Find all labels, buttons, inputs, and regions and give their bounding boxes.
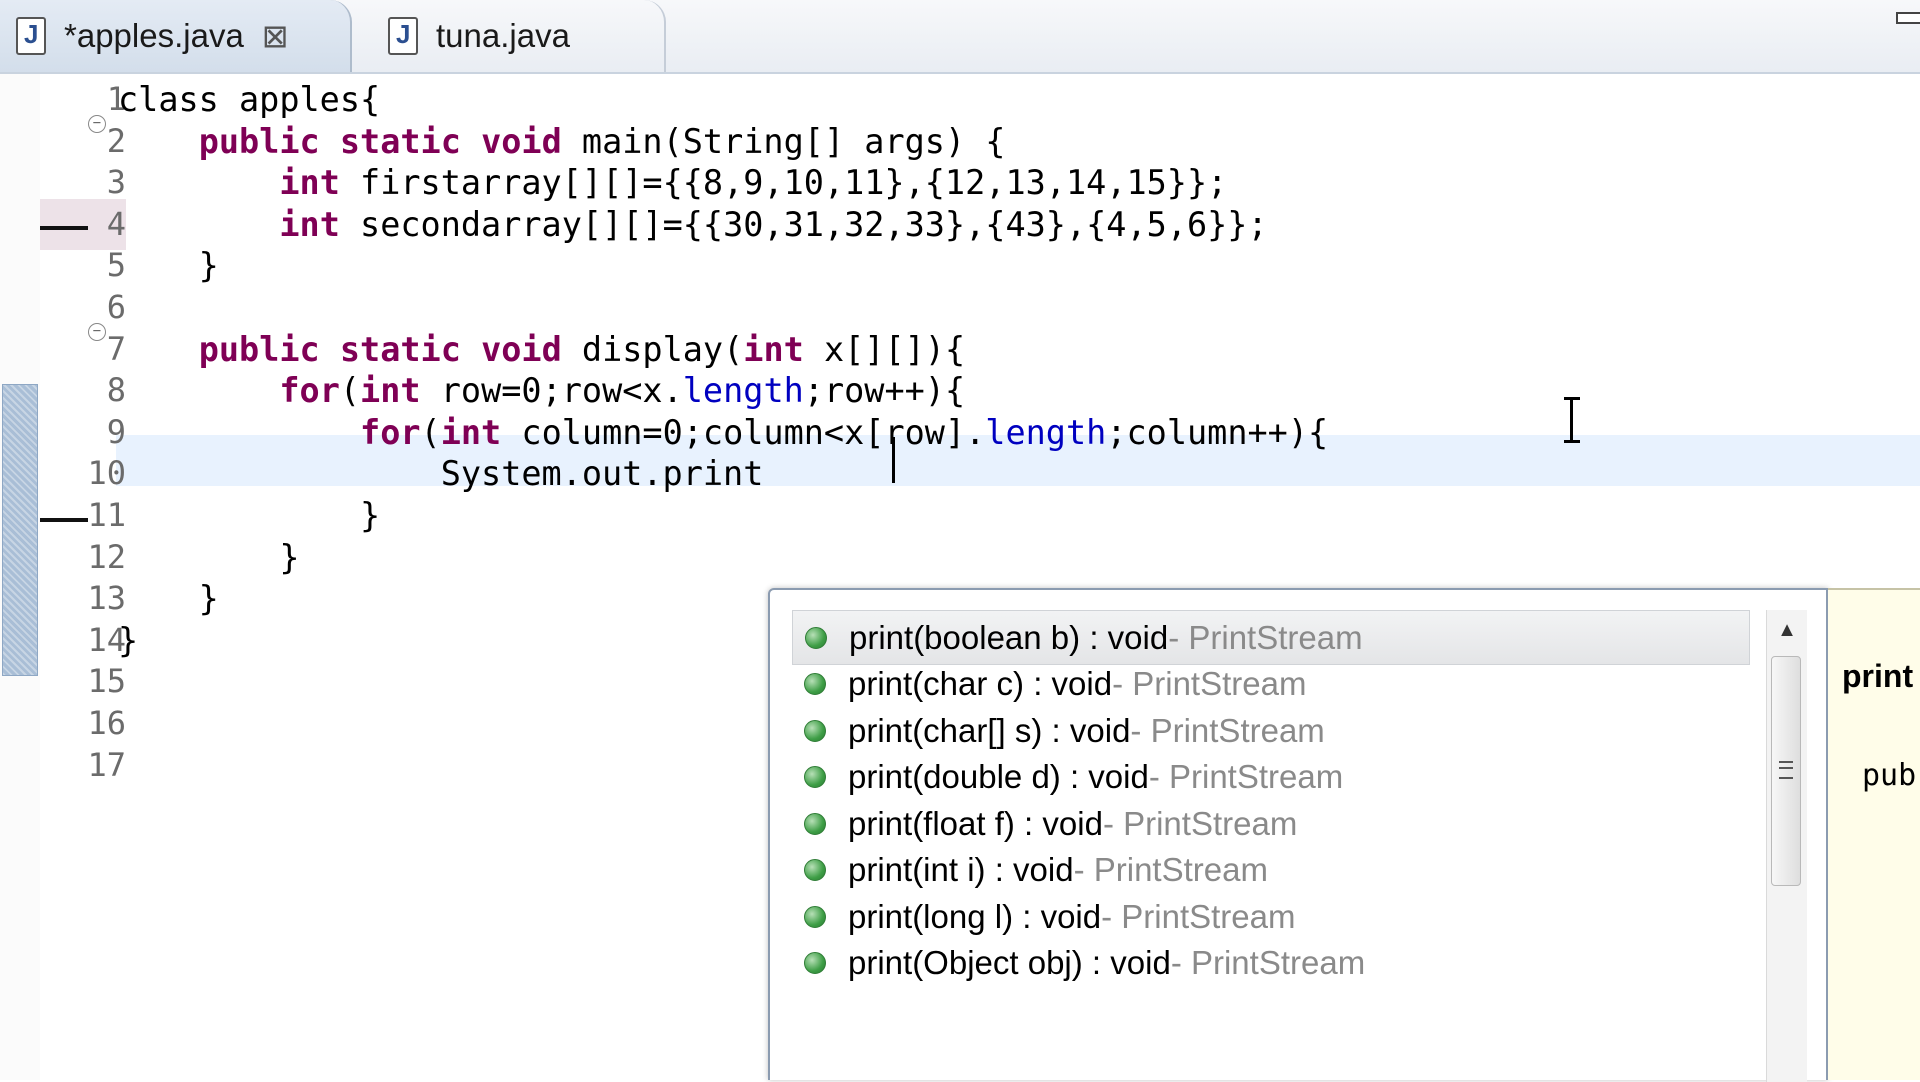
code-token: secondarray[][]={{30,31,32,33},{43},{4,5… xyxy=(339,204,1268,244)
proposal-owner: - PrintStream xyxy=(1168,618,1363,656)
proposal-label: print(int i) : void xyxy=(848,851,1074,888)
keyword-token: int xyxy=(279,163,340,203)
code-token: row=0;row<x. xyxy=(420,371,683,411)
text-caret xyxy=(892,437,895,483)
close-tab-icon[interactable]: ⊠ xyxy=(262,20,289,52)
field-token: length xyxy=(682,371,804,411)
code-token: ( xyxy=(420,412,441,452)
proposal-owner: - PrintStream xyxy=(1102,804,1298,842)
public-method-icon xyxy=(804,905,826,928)
code-token: display( xyxy=(561,329,744,369)
code-line[interactable]: } xyxy=(118,240,219,291)
content-assist-popup[interactable]: print(boolean b) : void - PrintStream pri… xyxy=(768,588,1828,1082)
code-token: } xyxy=(118,537,300,577)
code-token: ;column++){ xyxy=(1106,412,1329,452)
proposal-owner: - PrintStream xyxy=(1148,758,1344,795)
keyword-token: void xyxy=(481,329,562,369)
code-token: } xyxy=(118,246,219,286)
code-token: System.out.print xyxy=(118,454,764,494)
proposal-list[interactable]: print(boolean b) : void - PrintStream pri… xyxy=(792,610,1760,1082)
code-token: } xyxy=(118,579,219,619)
line-marker xyxy=(40,518,88,522)
proposal-label: print(long l) : void xyxy=(848,897,1102,935)
code-token: x[][]){ xyxy=(803,329,966,369)
scroll-up-arrow-icon[interactable]: ▲ xyxy=(1767,610,1807,650)
doc-title: print xyxy=(1842,658,1914,694)
proposal-owner: - PrintStream xyxy=(1112,665,1307,702)
proposal-owner: - PrintStream xyxy=(1101,897,1296,935)
code-token: ( xyxy=(339,371,361,411)
tab-label: tuna.java xyxy=(436,17,570,54)
keyword-token: void xyxy=(481,121,562,161)
tab-label: *apples.java xyxy=(64,17,244,54)
proposal-item[interactable]: print(Object obj) : void - PrintStream xyxy=(792,936,1750,991)
code-line[interactable]: int secondarray[][]={{30,31,32,33},{43},… xyxy=(118,199,1268,250)
proposal-label: print(Object obj) : void xyxy=(848,944,1171,981)
java-file-icon xyxy=(388,17,418,55)
field-token: length xyxy=(985,412,1107,452)
proposal-label: print(float f) : void xyxy=(848,804,1103,842)
code-token: ;row++){ xyxy=(803,371,966,411)
keyword-token: public xyxy=(198,121,320,161)
public-method-icon xyxy=(804,673,826,695)
proposal-label: print(double d) : void xyxy=(848,758,1149,795)
code-token: column=0;column<x[row]. xyxy=(501,412,986,452)
public-method-icon xyxy=(804,719,826,742)
keyword-token: for xyxy=(360,412,421,452)
proposal-owner: - PrintStream xyxy=(1130,711,1325,749)
ibeam-cursor-icon xyxy=(1564,397,1580,443)
proposal-owner: - PrintStream xyxy=(1073,851,1268,888)
public-method-icon xyxy=(804,859,826,881)
code-token: } xyxy=(118,496,381,535)
line-number-ruler: 1 2 3 4 5 6 7 8 9 10 11 12 13 14 15 16 17 xyxy=(40,74,126,1080)
javadoc-panel: print pub xyxy=(1828,588,1920,1080)
public-method-icon xyxy=(804,812,826,835)
java-file-icon xyxy=(16,17,46,55)
minimize-icon[interactable] xyxy=(1896,12,1920,24)
line-number: 17 xyxy=(87,745,126,784)
keyword-token: public xyxy=(198,329,320,369)
line-marker xyxy=(40,226,88,230)
fold-collapse-icon[interactable]: − xyxy=(88,115,106,133)
public-method-icon xyxy=(804,952,826,974)
tab-apples-java[interactable]: *apples.java ⊠ xyxy=(0,0,352,72)
tab-tuna-java[interactable]: tuna.java xyxy=(372,0,666,72)
editor-tab-bar: *apples.java ⊠ tuna.java xyxy=(0,0,1920,74)
change-ruler xyxy=(0,74,40,1080)
keyword-token: static xyxy=(339,329,461,369)
keyword-token: int xyxy=(360,371,421,411)
code-token: firstarray[][]={{8,9,10,11},{12,13,14,15… xyxy=(339,163,1228,203)
proposal-label: print(char[] s) : void xyxy=(848,711,1131,749)
fold-collapse-icon[interactable]: − xyxy=(88,323,106,341)
proposal-scrollbar[interactable]: ▲ xyxy=(1766,610,1807,1082)
grip-icon xyxy=(1779,761,1793,779)
proposal-label: print(boolean b) : void xyxy=(849,618,1169,656)
code-token: class apples{ xyxy=(118,80,381,119)
keyword-token: for xyxy=(279,371,340,411)
keyword-token: int xyxy=(440,412,502,452)
doc-signature: pub xyxy=(1862,758,1917,793)
code-line[interactable]: } xyxy=(118,615,138,666)
public-method-icon xyxy=(805,626,827,649)
public-method-icon xyxy=(804,766,826,788)
code-token: main(String[] args) { xyxy=(561,121,1006,161)
changed-range-marker xyxy=(2,384,38,676)
keyword-token: int xyxy=(743,329,804,369)
keyword-token: static xyxy=(339,121,461,161)
keyword-token: int xyxy=(279,204,340,244)
scroll-thumb[interactable] xyxy=(1771,656,1801,886)
proposal-label: print(char c) : void xyxy=(848,665,1113,702)
code-token: } xyxy=(118,620,139,660)
proposal-owner: - PrintStream xyxy=(1170,944,1366,981)
